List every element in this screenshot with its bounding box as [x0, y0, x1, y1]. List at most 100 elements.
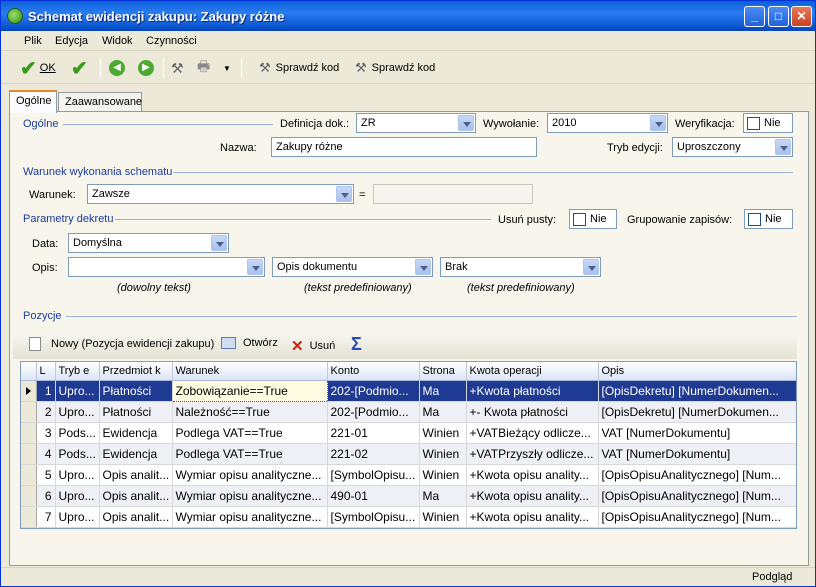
table-cell[interactable]: 3 — [36, 422, 56, 444]
table-cell[interactable]: Winien — [419, 443, 467, 465]
tab-ogolne[interactable]: Ogólne — [9, 90, 57, 113]
table-cell[interactable]: +Kwota płatności — [466, 380, 599, 402]
table-cell[interactable]: Ma — [419, 485, 467, 507]
table-cell[interactable]: +Kwota opisu anality... — [466, 506, 599, 528]
table-cell[interactable]: 7 — [36, 506, 56, 528]
menu-edycja[interactable]: Edycja — [55, 35, 88, 47]
column-header-subject[interactable]: Przedmiot k — [99, 362, 173, 381]
row-indicator[interactable] — [21, 506, 37, 528]
row-indicator[interactable] — [21, 464, 37, 486]
menu-czynnosci[interactable]: Czynności — [146, 35, 197, 47]
table-cell[interactable]: 202-[Podmio... — [327, 380, 420, 402]
table-cell[interactable]: Winien — [419, 464, 467, 486]
table-cell[interactable]: [OpisDekretu] [NumerDokumen... — [598, 380, 796, 402]
table-cell[interactable]: 6 — [36, 485, 56, 507]
table-cell[interactable]: +VATBieżący odlicze... — [466, 422, 599, 444]
table-cell[interactable]: Winien — [419, 506, 467, 528]
table-row[interactable]: 1 Upro... Płatności Zobowiązanie==True 202-[… — [21, 379, 796, 402]
column-header-l[interactable]: L — [36, 362, 56, 381]
description-select-2[interactable]: Opis dokumentu — [272, 257, 433, 277]
table-cell[interactable]: Opis analit... — [99, 506, 173, 528]
table-cell[interactable]: Płatności — [99, 380, 173, 402]
row-indicator[interactable] — [21, 422, 37, 444]
check-code-button-1[interactable]: ⚒ Sprawdź kod — [259, 58, 339, 78]
check-code-button-2[interactable]: ⚒ Sprawdź kod — [355, 58, 435, 78]
table-cell[interactable]: VAT [NumerDokumentu] — [598, 443, 796, 465]
description-select-1[interactable] — [68, 257, 265, 277]
menu-widok[interactable]: Widok — [102, 35, 133, 47]
table-row[interactable]: 5 Upro... Opis analit... Wymiar opisu anali… — [21, 464, 796, 486]
table-cell[interactable]: +Kwota opisu anality... — [466, 464, 599, 486]
open-button[interactable]: Otwórz — [221, 337, 278, 349]
delete-button[interactable]: ✕ Usuń — [291, 337, 335, 355]
row-indicator[interactable] — [21, 485, 37, 507]
tab-zaawansowane[interactable]: Zaawansowane — [58, 92, 142, 112]
table-cell[interactable]: Podlega VAT==True — [172, 443, 328, 465]
table-row[interactable]: 4 Pods... Ewidencja Podlega VAT==True 221-02… — [21, 443, 796, 465]
condition-select[interactable]: Zawsze — [87, 184, 354, 204]
table-cell[interactable]: +- Kwota płatności — [466, 401, 599, 423]
table-cell[interactable]: 2 — [36, 401, 56, 423]
table-cell[interactable]: Opis analit... — [99, 485, 173, 507]
table-cell[interactable]: 4 — [36, 443, 56, 465]
table-cell[interactable]: 490-01 — [327, 485, 420, 507]
table-cell[interactable]: Ma — [419, 401, 467, 423]
table-cell[interactable]: Podlega VAT==True — [172, 422, 328, 444]
table-cell[interactable]: 5 — [36, 464, 56, 486]
row-indicator[interactable] — [21, 443, 37, 465]
column-header-account[interactable]: Konto — [327, 362, 420, 381]
table-cell[interactable]: 1 — [36, 380, 56, 402]
print-button[interactable]: 🖶 — [197, 58, 210, 78]
table-cell[interactable]: Ewidencja — [99, 422, 173, 444]
table-cell[interactable]: Pods... — [55, 443, 100, 465]
table-cell[interactable]: +Kwota opisu anality... — [466, 485, 599, 507]
table-row[interactable]: 7 Upro... Opis analit... Wymiar opisu anali… — [21, 506, 796, 528]
menu-plik[interactable]: Plik — [24, 35, 42, 47]
table-row[interactable]: 3 Pods... Ewidencja Podlega VAT==True 221-01… — [21, 422, 796, 444]
column-header-description[interactable]: Opis — [598, 362, 796, 381]
ok-button[interactable]: ✔ OK — [20, 58, 56, 80]
close-button[interactable]: ✕ — [791, 6, 812, 27]
column-header-side[interactable]: Strona — [419, 362, 467, 381]
table-cell[interactable]: 221-02 — [327, 443, 420, 465]
maximize-button[interactable]: □ — [768, 6, 789, 27]
table-cell[interactable]: Ewidencja — [99, 443, 173, 465]
table-cell[interactable]: Płatności — [99, 401, 173, 423]
definition-select[interactable]: ZR — [356, 113, 476, 133]
new-position-button[interactable]: Nowy (Pozycja ewidencji zakupu) — [29, 337, 214, 351]
table-cell[interactable]: [SymbolOpisu... — [327, 464, 420, 486]
tools-button[interactable]: ⚒ — [171, 58, 184, 78]
date-select[interactable]: Domyślna — [68, 233, 229, 253]
minimize-button[interactable]: _ — [744, 6, 765, 27]
table-cell[interactable]: Wymiar opisu analityczne... — [172, 506, 328, 528]
table-cell[interactable]: Upro... — [55, 506, 100, 528]
table-cell[interactable]: 202-[Podmio... — [327, 401, 420, 423]
table-cell[interactable]: 221-01 — [327, 422, 420, 444]
column-header-mode[interactable]: Tryb e — [55, 362, 100, 381]
edit-mode-select[interactable]: Uproszczony — [672, 137, 793, 157]
table-cell[interactable]: Wymiar opisu analityczne... — [172, 464, 328, 486]
previous-button[interactable]: ◀ — [109, 58, 125, 78]
table-cell[interactable]: [OpisOpisuAnalitycznego] [Num... — [598, 485, 796, 507]
verification-checkbox[interactable]: Nie — [743, 113, 793, 133]
table-cell[interactable]: Zobowiązanie==True — [171, 379, 328, 402]
table-cell[interactable]: Winien — [419, 422, 467, 444]
table-cell[interactable]: [OpisOpisuAnalitycznego] [Num... — [598, 506, 796, 528]
row-indicator[interactable] — [21, 401, 37, 423]
table-cell[interactable]: [OpisDekretu] [NumerDokumen... — [598, 401, 796, 423]
table-cell[interactable]: +VATPrzyszły odlicze... — [466, 443, 599, 465]
remove-empty-checkbox[interactable]: Nie — [569, 209, 617, 229]
table-cell[interactable]: [OpisOpisuAnalitycznego] [Num... — [598, 464, 796, 486]
column-header-amount[interactable]: Kwota operacji — [466, 362, 599, 381]
table-cell[interactable]: Upro... — [55, 380, 100, 402]
grouping-checkbox[interactable]: Nie — [744, 209, 793, 229]
row-indicator[interactable] — [21, 380, 37, 402]
table-row[interactable]: 2 Upro... Płatności Należność==True 202-[Pod… — [21, 401, 796, 423]
column-header-condition[interactable]: Warunek — [172, 362, 328, 381]
table-cell[interactable]: Upro... — [55, 464, 100, 486]
print-dropdown[interactable]: ▼ — [223, 58, 231, 78]
next-button[interactable]: ▶ — [138, 58, 154, 78]
call-select[interactable]: 2010 — [547, 113, 668, 133]
description-select-3[interactable]: Brak — [440, 257, 601, 277]
table-cell[interactable]: Upro... — [55, 401, 100, 423]
